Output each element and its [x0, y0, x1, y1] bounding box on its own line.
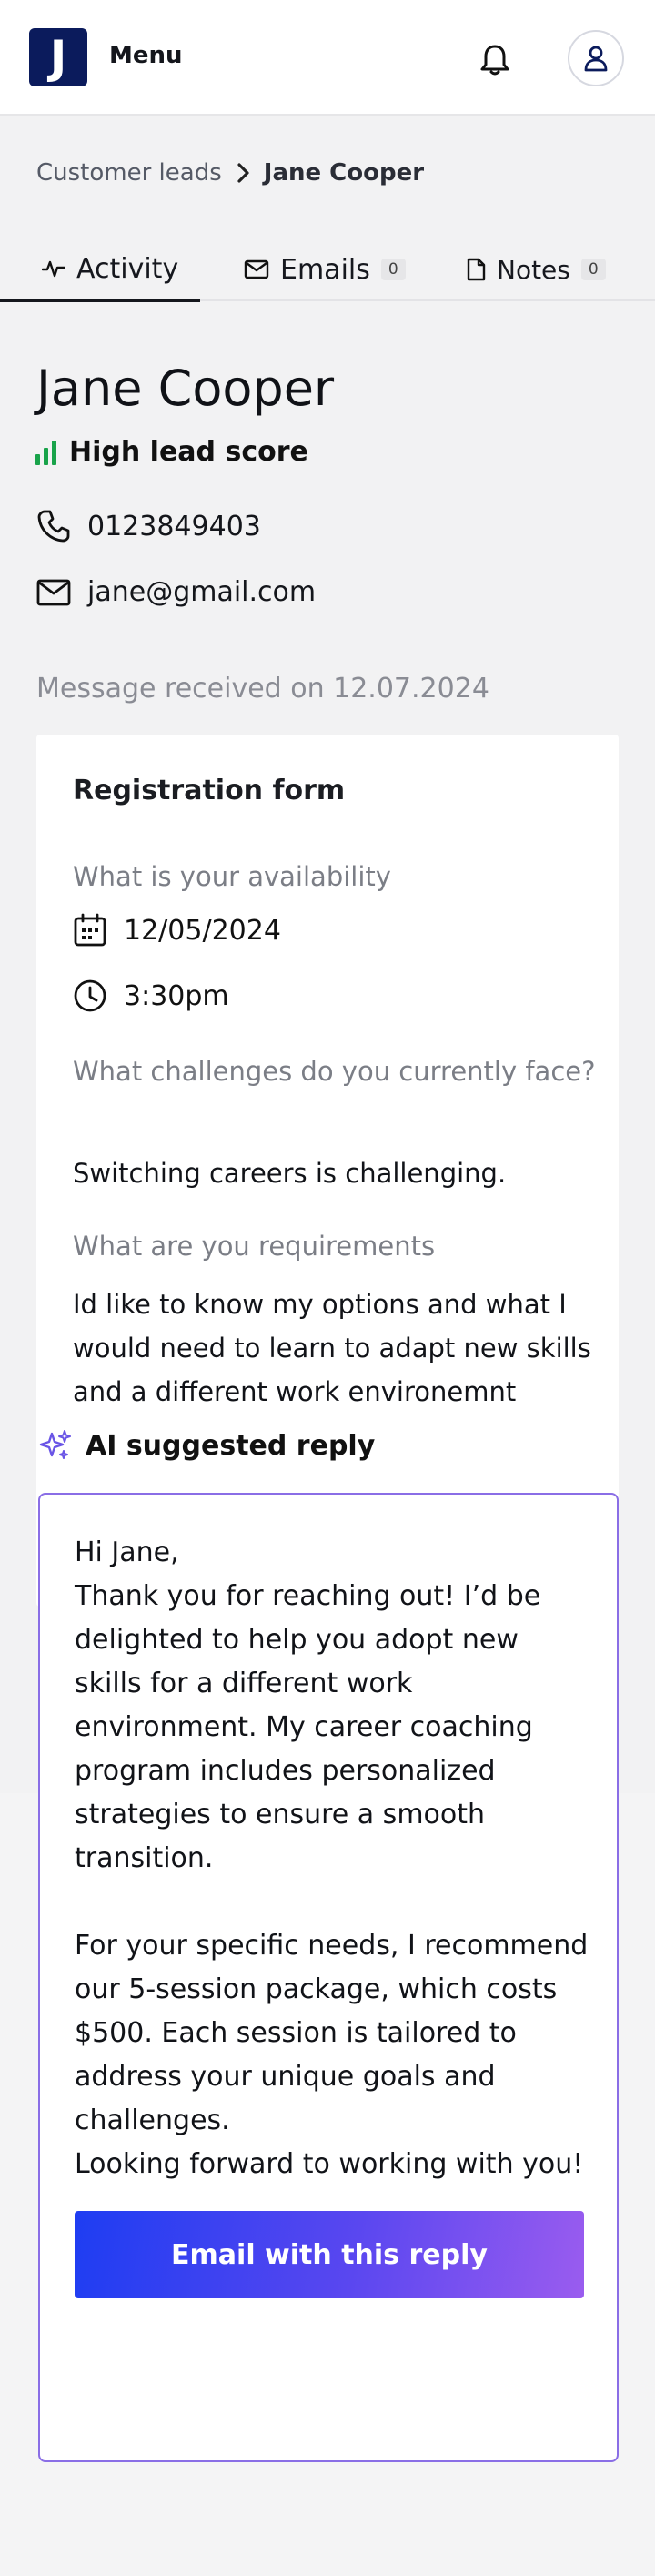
- tab-notes[interactable]: Notes 0: [466, 238, 606, 301]
- availability-question: What is your availability: [73, 861, 391, 892]
- ai-suggested-reply-heading: AI suggested reply: [38, 1428, 375, 1463]
- emails-count-badge: 0: [380, 259, 406, 280]
- account-button[interactable]: [568, 30, 624, 86]
- requirements-question: What are you requirements: [73, 1231, 436, 1262]
- bell-icon[interactable]: [477, 42, 513, 78]
- tab-activity-label: Activity: [76, 252, 179, 285]
- tab-emails-label: Emails: [280, 253, 370, 286]
- breadcrumb-customer-leads[interactable]: Customer leads: [36, 159, 222, 187]
- message-received-date: Message received on 12.07.2024: [36, 673, 489, 705]
- tab-bar: Activity Emails 0 Notes 0: [0, 238, 655, 302]
- requirements-answer: Id like to know my options and what I wo…: [73, 1289, 591, 1407]
- tab-emails[interactable]: Emails 0: [244, 238, 406, 301]
- note-icon: [467, 258, 486, 281]
- ai-reply-text: Hi Jane, Thank you for reaching out! I’d…: [75, 1531, 590, 2186]
- clock-icon: [74, 979, 106, 1012]
- ai-reply-card: Hi Jane, Thank you for reaching out! I’d…: [38, 1493, 619, 2462]
- ai-suggested-reply-label: AI suggested reply: [86, 1429, 376, 1462]
- registration-form-title: Registration form: [73, 775, 346, 806]
- availability-time-row: 3:30pm: [73, 979, 229, 1013]
- calendar-icon: [74, 913, 106, 947]
- menu-button[interactable]: Menu: [109, 42, 183, 69]
- signal-bars-icon: [35, 440, 56, 465]
- ai-reply-paragraph-2: For your specific needs, I recommend our…: [75, 1930, 589, 2136]
- breadcrumb-current: Jane Cooper: [263, 159, 425, 187]
- lead-score-label: High lead score: [69, 436, 308, 468]
- activity-icon: [42, 260, 66, 278]
- lead-score: High lead score: [35, 436, 308, 468]
- mail-icon: [36, 579, 71, 605]
- phone-row[interactable]: 0123849403: [36, 509, 261, 543]
- phone-number: 0123849403: [87, 510, 261, 543]
- chevron-right-icon: [237, 162, 251, 184]
- tab-activity[interactable]: Activity: [0, 238, 200, 302]
- breadcrumb: Customer leads Jane Cooper: [36, 159, 424, 187]
- availability-date-row: 12/05/2024: [73, 913, 281, 948]
- phone-icon: [37, 510, 70, 543]
- email-row[interactable]: jane@gmail.com: [36, 576, 316, 608]
- sparkles-icon: [39, 1430, 71, 1459]
- top-bar: J Menu: [0, 0, 655, 116]
- availability-date: 12/05/2024: [124, 914, 281, 947]
- challenges-question: What challenges do you currently face?: [73, 1056, 596, 1087]
- ai-reply-paragraph-1: Thank you for reaching out! I’d be delig…: [75, 1580, 541, 1874]
- mail-icon: [244, 259, 269, 279]
- tab-notes-label: Notes: [497, 254, 570, 285]
- challenges-answer: Switching careers is challenging.: [73, 1158, 507, 1189]
- email-address: jane@gmail.com: [87, 576, 317, 608]
- user-icon: [584, 46, 608, 72]
- availability-time: 3:30pm: [124, 979, 229, 1012]
- registration-form-card: Registration form What is your availabil…: [36, 735, 619, 1607]
- app-logo[interactable]: J: [29, 28, 87, 86]
- notes-count-badge: 0: [580, 259, 606, 280]
- ai-reply-closing: Looking forward to working with you!: [75, 2148, 584, 2180]
- email-with-reply-button[interactable]: Email with this reply: [75, 2211, 584, 2298]
- lead-name: Jane Cooper: [36, 360, 335, 417]
- ai-reply-greeting: Hi Jane,: [75, 1536, 179, 1568]
